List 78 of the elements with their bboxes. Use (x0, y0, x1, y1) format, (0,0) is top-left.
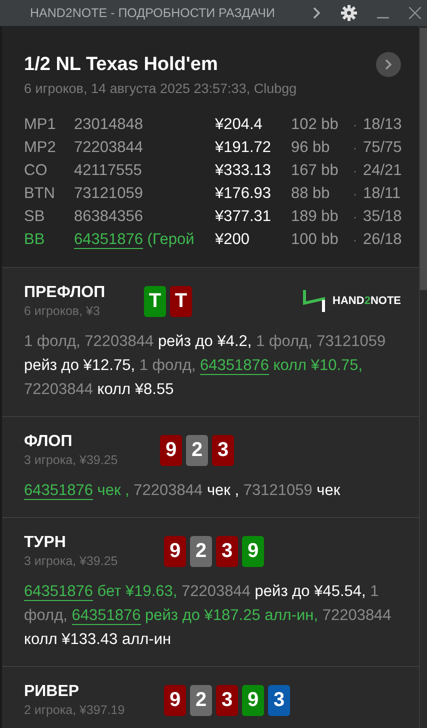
street-info: 2 игрока, ¥397.19 (24, 703, 125, 717)
player-link[interactable]: 64351876 (72, 607, 141, 625)
player-stack: ¥333.13 (215, 162, 272, 180)
hand-title: 1/2 NL Texas Hold'em (24, 54, 218, 76)
player-bb: 88 bb (291, 185, 331, 203)
action-log: 64351876 чек , 72203844 чек , 73121059 чек (24, 481, 342, 502)
street-name: ФЛОП (24, 433, 72, 451)
player-stats: 18/13 (363, 116, 402, 134)
playing-card: 2 (190, 684, 212, 716)
next-button[interactable] (376, 52, 401, 77)
player-position: CO (24, 162, 48, 180)
street-info: 3 игрока, ¥39.25 (24, 453, 118, 467)
player-link[interactable]: 64351876 (24, 583, 93, 601)
logo-text: HAND2NOTE (332, 295, 401, 307)
close-icon[interactable] (409, 7, 421, 19)
playing-card: 3 (212, 434, 234, 466)
player-stack: ¥377.31 (215, 208, 272, 226)
playing-card: 9 (242, 536, 264, 566)
separator-dot: · (353, 118, 358, 132)
scrollbar-thumb[interactable] (420, 28, 427, 290)
player-position: MP1 (24, 116, 57, 134)
player-id: 73121059 (74, 185, 143, 202)
player-stats: 26/18 (363, 231, 402, 249)
player-position: SB (24, 208, 46, 226)
player-stack: ¥200 (215, 231, 250, 249)
player-id: 86384356 (74, 208, 143, 225)
player-link[interactable]: 64351876 (24, 482, 93, 500)
hand-info: 6 игроков, 14 августа 2025 23:57:33, Clubgg (24, 81, 297, 96)
action-log: 1 фолд, 72203844 рейз до ¥4.2, 1 фолд, 73121059 рейз до ¥12.75, 1 фолд, 64351876 колл ¥10.75, 72203844 колл ¥8.55 (24, 332, 387, 400)
street-name: РИВЕР (24, 683, 80, 701)
separator-dot: · (353, 187, 358, 201)
playing-card: 2 (190, 536, 212, 566)
player-link[interactable]: 64351876 (74, 231, 143, 249)
player-bb: 102 bb (291, 116, 340, 134)
separator-dot: · (353, 141, 358, 155)
player-bb: 167 bb (291, 162, 340, 180)
playing-card: T (144, 286, 166, 316)
playing-card: 3 (268, 684, 290, 716)
logo-icon (302, 290, 325, 312)
playing-card: 9 (160, 434, 182, 466)
street-info: 6 игроков, ¥3 (24, 304, 100, 318)
player-position: BTN (24, 185, 56, 203)
player-position: MP2 (24, 139, 57, 157)
separator-dot: · (353, 164, 358, 178)
street-info: 3 игрока, ¥39.25 (24, 554, 118, 568)
player-bb: 100 bb (291, 231, 340, 249)
player-stack: ¥204.4 (215, 116, 264, 134)
playing-card: 2 (186, 434, 208, 466)
chevron-right-icon[interactable] (313, 7, 321, 19)
player-id: 42117555 (74, 162, 142, 179)
street-name: ТУРН (24, 534, 66, 552)
street-name: ПРЕФЛОП (24, 284, 106, 302)
player-bb: 96 bb (291, 139, 331, 157)
playing-card: 3 (216, 684, 238, 716)
player-stack: ¥176.93 (215, 185, 272, 203)
playing-card: 9 (242, 684, 264, 716)
playing-card: 9 (164, 684, 186, 716)
player-stats: 35/18 (363, 208, 402, 226)
player-id: 23014848 (74, 116, 143, 133)
separator-dot: · (353, 233, 358, 247)
player-id: 72203844 (74, 139, 143, 156)
playing-card: 9 (164, 536, 186, 566)
player-bb: 189 bb (291, 208, 340, 226)
separator-dot: · (353, 210, 358, 224)
player-stats: 75/75 (363, 139, 402, 157)
player-position: BB (24, 231, 46, 249)
playing-card: 3 (216, 536, 238, 566)
player-stats: 24/21 (363, 162, 402, 180)
settings-icon[interactable] (341, 5, 357, 21)
chevron-right-icon (385, 59, 392, 70)
window-title: HAND2NOTE - ПОДРОБНОСТИ РАЗДАЧИ (30, 6, 276, 20)
minimize-icon[interactable] (377, 17, 389, 19)
player-stats: 18/11 (363, 185, 402, 203)
playing-card: T (170, 286, 192, 316)
player-link[interactable]: 64351876 (200, 357, 269, 375)
player-stack: ¥191.72 (215, 139, 272, 157)
action-log: 64351876 бет ¥19.63, 72203844 рейз до ¥45.54, 1 фолд, 64351876 рейз до ¥187.25 алл-ин, 72203844 колл ¥133.43 алл-ин (24, 582, 392, 650)
hero-label: (Герой (147, 231, 194, 248)
